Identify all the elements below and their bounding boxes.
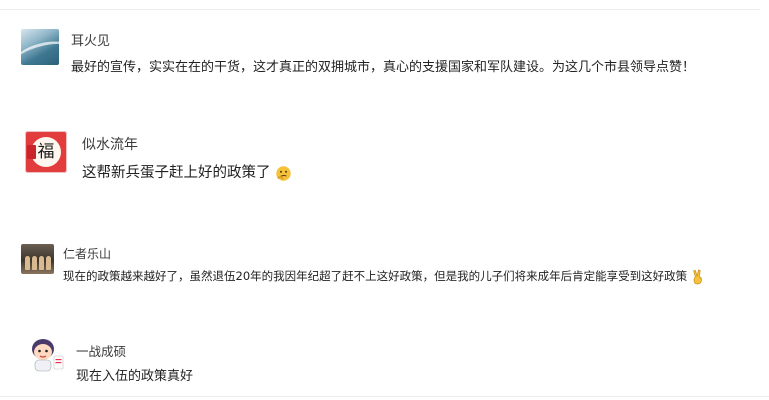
cartoon-character-icon bbox=[32, 339, 64, 372]
avatar[interactable] bbox=[21, 29, 59, 65]
commenter-name[interactable]: 仁者乐山 bbox=[63, 245, 111, 262]
figure-decoration bbox=[39, 256, 44, 270]
wave-decoration bbox=[21, 36, 59, 65]
avatar[interactable]: 福 bbox=[25, 131, 67, 173]
comment-text: 现在入伍的政策真好 bbox=[76, 369, 194, 384]
comment-text: 现在的政策越来越好了，虽然退伍20年的我因年纪超了赶不上这好政策，但是我的儿子们… bbox=[63, 269, 688, 283]
comment-text: 这帮新兵蛋子赶上好的政策了 bbox=[82, 165, 271, 181]
figure-decoration bbox=[25, 256, 30, 270]
red-tag-decoration bbox=[27, 145, 36, 159]
victory-hand-icon bbox=[692, 269, 702, 284]
avatar[interactable] bbox=[26, 336, 66, 374]
figure-decoration bbox=[46, 256, 51, 270]
commenter-name[interactable]: 一战成硕 bbox=[76, 341, 126, 360]
commenter-name[interactable]: 耳火见 bbox=[71, 30, 110, 49]
comment-text-line: 这帮新兵蛋子赶上好的政策了 bbox=[82, 161, 292, 182]
avatar[interactable] bbox=[21, 244, 54, 274]
figure-decoration bbox=[32, 256, 37, 270]
comment-text: 最好的宣传，实实在在的干货，这才真正的双拥城市，真心的支援国家和军队建设。为这几… bbox=[71, 60, 696, 75]
commenter-name[interactable]: 似水流年 bbox=[82, 134, 138, 154]
top-divider bbox=[0, 9, 760, 10]
bottom-divider bbox=[0, 396, 769, 397]
thinking-face-icon bbox=[276, 165, 291, 181]
comment-text-line: 现在的政策越来越好了，虽然退伍20年的我因年纪超了赶不上这好政策，但是我的儿子们… bbox=[63, 268, 705, 285]
